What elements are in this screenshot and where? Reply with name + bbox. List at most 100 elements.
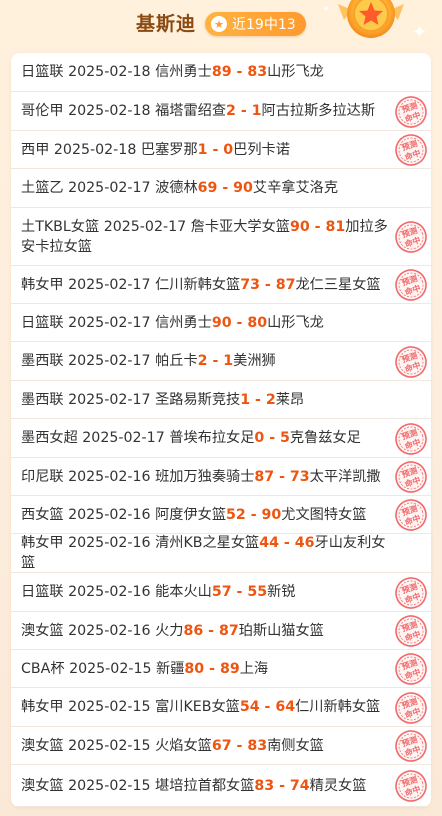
match-row[interactable]: 韩女甲 2025-02-15 富川KEB女篮54 - 64仁川新韩女篮 预测 命中 — [11, 688, 431, 727]
league-name: 韩女甲 — [21, 276, 64, 293]
league-name: 西女篮 — [21, 506, 64, 523]
league-name: 印尼联 — [21, 468, 64, 485]
match-text: 澳女篮 2025-02-16 火力86 - 87珀斯山猫女篮 — [21, 621, 324, 641]
away-score: 74 — [289, 777, 310, 794]
page-header: 基斯迪 ★ 近19中13 ✦ ✦ — [0, 0, 442, 50]
match-date: 2025-02-15 — [68, 777, 151, 794]
home-team: 巴塞罗那 — [140, 141, 198, 158]
match-row[interactable]: 日篮联 2025-02-18 信州勇士89 - 83山形飞龙 — [11, 53, 431, 92]
match-row[interactable]: 土TKBL女篮 2025-02-17 詹卡亚大学女篮90 - 81加拉多安卡拉女… — [11, 208, 431, 266]
away-score: 55 — [247, 584, 268, 600]
home-team: 普埃布拉女足 — [169, 430, 255, 446]
away-score: 89 — [219, 660, 240, 677]
match-row[interactable]: 韩女甲 2025-02-17 仁川新韩女篮73 - 87龙仁三星女篮 预测 命中 — [11, 266, 431, 304]
home-score: 87 — [254, 468, 275, 485]
away-team: 阿古拉斯多拉达斯 — [261, 103, 376, 119]
match-score: 52 - 90 — [226, 506, 282, 523]
match-date: 2025-02-17 — [68, 353, 151, 369]
match-date: 2025-02-18 — [53, 141, 137, 158]
home-score: 1 — [240, 391, 251, 408]
home-score: 89 — [211, 64, 232, 80]
away-team: 莱昂 — [275, 391, 305, 408]
prediction-hit-stamp-icon: 预测 命中 — [393, 268, 429, 302]
match-row[interactable]: 西甲 2025-02-18 巴塞罗那1 - 0巴列卡诺 预测 命中 — [11, 131, 431, 169]
home-score: 90 — [211, 314, 232, 331]
match-row[interactable]: 西女篮 2025-02-16 阿度伊女篮52 - 90尤文图特女篮 预测 命中 — [11, 496, 431, 534]
home-score: 86 — [183, 622, 204, 639]
prediction-hit-stamp-icon: 预测 命中 — [393, 729, 429, 763]
match-text: 西女篮 2025-02-16 阿度伊女篮52 - 90尤文图特女篮 — [21, 505, 366, 525]
match-row[interactable]: 澳女篮 2025-02-15 火焰女篮67 - 83南侧女篮 预测 命中 — [11, 727, 431, 765]
match-date: 2025-02-18 — [68, 64, 151, 80]
match-score: 69 - 90 — [197, 180, 253, 196]
match-score: 54 - 64 — [239, 699, 296, 715]
match-date: 2025-02-15 — [69, 660, 152, 677]
match-row[interactable]: 日篮联 2025-02-17 信州勇士90 - 80山形飞龙 — [11, 304, 431, 342]
match-text: 韩女甲 2025-02-16 清州KB之星女篮44 - 46牙山友利女篮 — [21, 533, 391, 573]
prediction-hit-stamp-icon: 预测 命中 — [393, 220, 429, 254]
match-score: 87 - 73 — [254, 468, 310, 485]
league-name: CBA杯 — [21, 660, 65, 677]
match-date: 2025-02-17 — [103, 218, 187, 235]
match-row[interactable]: 哥伦甲 2025-02-18 福塔雷绍查2 - 1阿古拉斯多拉达斯 预测 命中 — [11, 92, 431, 131]
league-name: 西甲 — [21, 141, 50, 158]
home-score: 0 — [254, 430, 265, 446]
league-name: 日篮联 — [21, 64, 64, 80]
away-team: 珀斯山猫女篮 — [238, 622, 324, 639]
home-team: 福塔雷绍查 — [155, 103, 227, 119]
away-team: 克鲁兹女足 — [289, 430, 361, 446]
prediction-hit-stamp-icon: 预测 命中 — [393, 133, 429, 167]
match-score: 86 - 87 — [183, 622, 239, 639]
home-team: 能本火山 — [155, 584, 212, 600]
match-row[interactable]: 澳女篮 2025-02-16 火力86 - 87珀斯山猫女篮 预测 命中 — [11, 612, 431, 650]
match-row[interactable]: 印尼联 2025-02-16 班加万独奏骑士87 - 73太平洋凯撒 预测 命中 — [11, 458, 431, 496]
home-score: 90 — [289, 218, 310, 235]
away-score: 87 — [275, 276, 296, 293]
match-text: 日篮联 2025-02-18 信州勇士89 - 83山形飞龙 — [21, 62, 324, 82]
prediction-hit-stamp-icon: 预测 命中 — [393, 422, 429, 456]
match-date: 2025-02-17 — [82, 430, 165, 446]
match-row[interactable]: CBA杯 2025-02-15 新疆80 - 89上海 预测 命中 — [11, 650, 431, 688]
match-row[interactable]: 墨西女超 2025-02-17 普埃布拉女足0 - 5克鲁兹女足 预测 命中 — [11, 419, 431, 458]
match-text: 澳女篮 2025-02-15 堪培拉首都女篮83 - 74精灵女篮 — [21, 776, 366, 796]
away-team: 精灵女篮 — [309, 777, 367, 794]
match-row[interactable]: 韩女甲 2025-02-16 清州KB之星女篮44 - 46牙山友利女篮 — [11, 534, 431, 573]
match-score: 90 - 80 — [211, 314, 268, 331]
away-team: 艾辛拿艾洛克 — [252, 180, 339, 196]
match-row[interactable]: 墨西联 2025-02-17 圣路易斯竞技1 - 2莱昂 — [11, 381, 431, 419]
league-name: 日篮联 — [21, 584, 64, 600]
away-score: 1 — [251, 103, 262, 119]
match-text: 墨西联 2025-02-17 帕丘卡2 - 1美洲狮 — [21, 351, 276, 371]
league-name: 韩女甲 — [21, 699, 64, 715]
match-text: 印尼联 2025-02-16 班加万独奏骑士87 - 73太平洋凯撒 — [21, 467, 381, 487]
match-date: 2025-02-16 — [68, 506, 151, 523]
away-score: 1 — [223, 353, 234, 369]
away-score: 73 — [289, 468, 310, 485]
match-score: 80 - 89 — [184, 660, 240, 677]
away-score: 90 — [261, 506, 282, 523]
match-text: CBA杯 2025-02-15 新疆80 - 89上海 — [21, 659, 268, 679]
match-text: 澳女篮 2025-02-15 火焰女篮67 - 83南侧女篮 — [21, 736, 324, 756]
away-score: 46 — [294, 535, 315, 551]
away-team: 山形飞龙 — [267, 314, 324, 331]
away-team: 龙仁三星女篮 — [295, 276, 381, 293]
record-badge: ★ 近19中13 — [205, 12, 306, 36]
league-name: 墨西女超 — [21, 430, 78, 446]
prediction-hit-stamp-icon: 预测 命中 — [393, 460, 429, 494]
away-team: 太平洋凯撒 — [309, 468, 381, 485]
match-date: 2025-02-15 — [68, 737, 151, 754]
league-name: 墨西联 — [21, 353, 64, 369]
match-row[interactable]: 澳女篮 2025-02-15 堪培拉首都女篮83 - 74精灵女篮 预测 命中 — [11, 765, 431, 807]
away-team: 上海 — [239, 660, 269, 677]
match-row[interactable]: 土篮乙 2025-02-17 波德林69 - 90艾辛拿艾洛克 — [11, 169, 431, 208]
match-score: 90 - 81 — [289, 218, 346, 235]
match-row[interactable]: 墨西联 2025-02-17 帕丘卡2 - 1美洲狮 预测 命中 — [11, 342, 431, 381]
match-row[interactable]: 日篮联 2025-02-16 能本火山57 - 55新锐 预测 命中 — [11, 573, 431, 612]
prediction-hit-stamp-icon: 预测 命中 — [393, 652, 429, 686]
away-team: 巴列卡诺 — [233, 141, 290, 158]
home-score: 2 — [226, 103, 236, 119]
home-team: 帕丘卡 — [155, 353, 198, 369]
home-team: 信州勇士 — [155, 314, 212, 331]
match-text: 墨西女超 2025-02-17 普埃布拉女足0 - 5克鲁兹女足 — [21, 428, 361, 448]
home-team: 信州勇士 — [155, 64, 212, 80]
